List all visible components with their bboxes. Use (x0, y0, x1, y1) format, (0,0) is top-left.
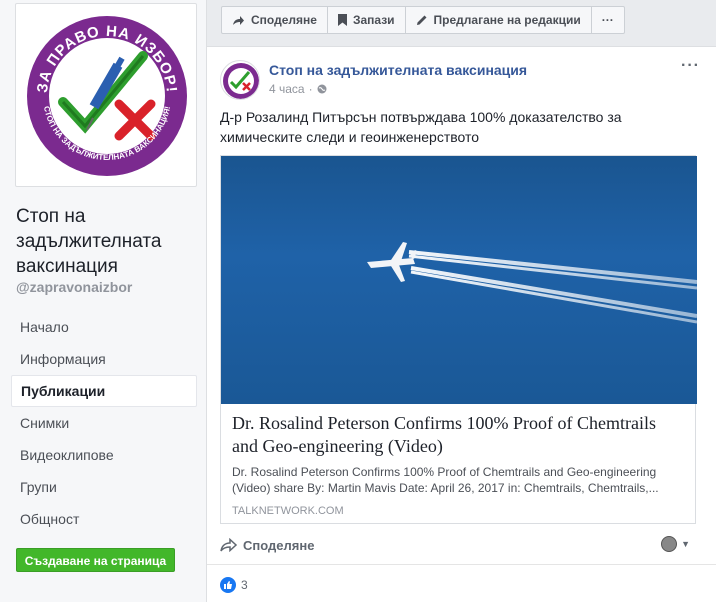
reactions-summary[interactable]: 3 (220, 577, 248, 593)
share-icon (233, 15, 244, 25)
post-author-avatar[interactable] (220, 60, 260, 100)
suggest-edits-button[interactable]: Предлагане на редакции (406, 7, 592, 33)
profile-picture[interactable]: ЗА ПРАВО НА ИЗБОР! СТОП НА ЗАДЪЛЖИТЕЛНАТ… (15, 3, 197, 187)
post-card: Стоп на задължителната ваксинация 4 часа… (207, 46, 716, 602)
post-options-icon[interactable]: ··· (681, 57, 700, 75)
link-preview-body: Dr. Rosalind Peterson Confirms 100% Proo… (221, 404, 695, 525)
avatar-logo-icon (223, 63, 259, 99)
page-action-bar: Споделяне Запази Предлагане на редакции … (221, 6, 625, 34)
audience-avatar (661, 536, 678, 552)
page-sidebar: ЗА ПРАВО НА ИЗБОР! СТОП НА ЗАДЪЛЖИТЕЛНАТ… (0, 0, 207, 602)
separator-dot: · (308, 82, 313, 96)
page-handle: @zapravonaizbor (16, 279, 133, 295)
page-logo: ЗА ПРАВО НА ИЗБОР! СТОП НА ЗАДЪЛЖИТЕЛНАТ… (27, 16, 187, 176)
divider (207, 564, 716, 565)
post-actions: Споделяне ▼ (220, 532, 696, 558)
nav-item-posts[interactable]: Публикации (11, 375, 197, 407)
share-icon (220, 538, 237, 552)
create-page-button[interactable]: Създаване на страница (16, 548, 175, 572)
post-meta: 4 часа · (269, 82, 327, 96)
nav-item-home[interactable]: Начало (11, 311, 197, 343)
more-icon: ··· (601, 13, 614, 27)
save-label: Запази (352, 13, 395, 27)
post-text: Д-р Розалинд Питърсън потвърждава 100% д… (220, 109, 622, 145)
link-domain: TALKNETWORK.COM (232, 505, 344, 517)
suggest-edits-label: Предлагане на редакции (433, 13, 581, 27)
like-count: 3 (241, 578, 248, 592)
link-title[interactable]: Dr. Rosalind Peterson Confirms 100% Proo… (232, 412, 684, 458)
nav-item-photos[interactable]: Снимки (11, 407, 197, 439)
nav-item-groups[interactable]: Групи (11, 471, 197, 503)
link-preview[interactable]: Dr. Rosalind Peterson Confirms 100% Proo… (220, 155, 697, 525)
nav-item-community[interactable]: Общност (11, 503, 197, 535)
page-nav: Начало Информация Публикации Снимки Виде… (11, 311, 197, 535)
bookmark-icon (337, 14, 347, 26)
like-icon (220, 577, 236, 593)
save-button[interactable]: Запази (328, 7, 406, 33)
airplane-contrails-image (367, 242, 697, 324)
globe-icon (317, 84, 327, 94)
link-preview-image (221, 156, 697, 404)
nav-item-videos[interactable]: Видеоклипове (11, 439, 197, 471)
post-share-label: Споделяне (243, 537, 315, 553)
share-page-label: Споделяне (251, 13, 317, 27)
nav-item-about[interactable]: Информация (11, 343, 197, 375)
link-description: Dr. Rosalind Peterson Confirms 100% Proo… (232, 465, 659, 495)
post-author-name[interactable]: Стоп на задължителната ваксинация (269, 62, 527, 78)
audience-selector[interactable]: ▼ (661, 536, 690, 552)
page-title[interactable]: Стоп на задължителната ваксинация (16, 204, 201, 279)
more-options-button[interactable]: ··· (592, 7, 624, 33)
post-share-button[interactable]: Споделяне (220, 538, 314, 553)
share-page-button[interactable]: Споделяне (222, 7, 328, 33)
chevron-down-icon: ▼ (681, 539, 690, 549)
pencil-icon (416, 15, 427, 25)
post-time[interactable]: 4 часа (269, 82, 305, 96)
